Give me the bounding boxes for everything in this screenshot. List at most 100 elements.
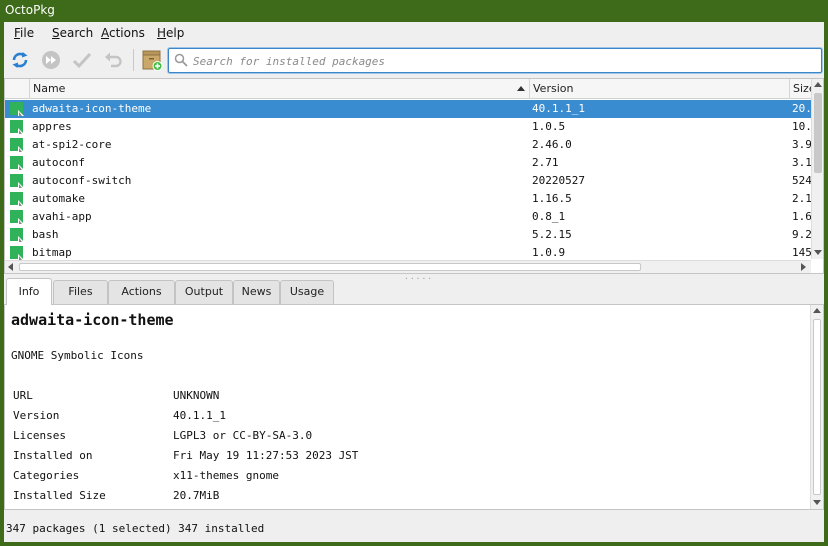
package-version: 5.2.15 bbox=[532, 228, 572, 241]
table-vertical-scrollbar[interactable] bbox=[811, 79, 823, 259]
package-size: 145 bbox=[792, 246, 812, 259]
package-version: 20220527 bbox=[532, 174, 585, 187]
table-header: Name Version Size bbox=[5, 79, 816, 99]
info-vertical-scroll-thumb[interactable] bbox=[813, 319, 821, 495]
package-installed-icon bbox=[10, 246, 24, 260]
package-version: 1.0.9 bbox=[532, 246, 566, 259]
detail-value: LGPL3 or CC-BY-SA-3.0 bbox=[173, 429, 313, 442]
package-version: 1.16.5 bbox=[532, 192, 572, 205]
table-row[interactable]: avahi-app 0.8_1 1.6 bbox=[5, 208, 812, 226]
detail-value: x11-themes gnome bbox=[173, 469, 279, 482]
undo-icon bbox=[105, 52, 122, 68]
package-installed-icon bbox=[10, 174, 24, 188]
menu-actions[interactable]: Actions bbox=[101, 26, 145, 40]
status-bar-text: 347 packages (1 selected) 347 installed bbox=[6, 522, 265, 535]
package-installed-icon bbox=[10, 210, 24, 224]
detail-label: URL bbox=[13, 389, 33, 402]
package-version: 40.1.1_1 bbox=[532, 102, 585, 115]
table-row[interactable]: at-spi2-core 2.46.0 3.9 bbox=[5, 136, 812, 154]
table-vertical-scroll-thumb[interactable] bbox=[814, 93, 822, 173]
table-row[interactable]: automake 1.16.5 2.1 bbox=[5, 190, 812, 208]
column-header-size[interactable]: Size bbox=[789, 79, 816, 99]
scroll-left-arrow-icon[interactable] bbox=[8, 263, 13, 271]
package-installed-icon bbox=[10, 192, 24, 206]
sync-icon bbox=[12, 52, 28, 68]
undo-button[interactable] bbox=[101, 48, 125, 72]
detail-label: Categories bbox=[13, 469, 80, 482]
window-title: OctoPkg bbox=[5, 3, 55, 17]
package-name: adwaita-icon-theme bbox=[32, 102, 152, 115]
info-panel: adwaita-icon-theme GNOME Symbolic Icons … bbox=[4, 304, 824, 510]
column-header-version[interactable]: Version bbox=[529, 79, 789, 99]
window-client: File Search Actions Help Search for inst… bbox=[4, 22, 824, 542]
package-size: 20. bbox=[792, 102, 812, 115]
column-header-name[interactable]: Name bbox=[29, 79, 529, 99]
menu-help[interactable]: Help bbox=[157, 26, 184, 40]
sync-button[interactable] bbox=[8, 48, 32, 72]
sort-ascending-icon bbox=[517, 86, 525, 91]
package-name: at-spi2-core bbox=[32, 138, 112, 151]
package-name: automake bbox=[32, 192, 85, 205]
install-local-button[interactable] bbox=[140, 48, 164, 72]
package-name: bitmap bbox=[32, 246, 72, 259]
package-size: 10. bbox=[792, 120, 812, 133]
check-icon bbox=[72, 52, 92, 69]
scroll-up-arrow-icon[interactable] bbox=[814, 82, 822, 87]
tab-info[interactable]: Info bbox=[6, 278, 52, 305]
title-bar[interactable]: OctoPkg bbox=[0, 0, 828, 22]
package-size: 524 bbox=[792, 174, 812, 187]
table-horizontal-scroll-thumb[interactable] bbox=[19, 263, 641, 271]
table-row[interactable]: bash 5.2.15 9.2 bbox=[5, 226, 812, 244]
package-version: 1.0.5 bbox=[532, 120, 566, 133]
package-version: 2.46.0 bbox=[532, 138, 572, 151]
tab-news[interactable]: News bbox=[233, 280, 280, 304]
scroll-down-arrow-icon[interactable] bbox=[814, 250, 822, 255]
detail-label: Installed Size bbox=[13, 489, 106, 502]
detail-value: UNKNOWN bbox=[173, 389, 220, 402]
table-row[interactable]: autoconf-switch 20220527 524 bbox=[5, 172, 812, 190]
details-tabs: Info Files Actions Output News Usage bbox=[4, 278, 824, 305]
package-size: 9.2 bbox=[792, 228, 812, 241]
package-size: 3.1 bbox=[792, 156, 812, 169]
detail-value: Fri May 19 11:27:53 2023 JST bbox=[173, 449, 359, 462]
package-table: Name Version Size adwaita-icon-theme 40.1… bbox=[4, 78, 824, 274]
detail-value: 40.1.1_1 bbox=[173, 409, 226, 422]
scroll-up-arrow-icon[interactable] bbox=[813, 308, 821, 313]
package-installed-icon bbox=[10, 228, 24, 242]
table-row[interactable]: adwaita-icon-theme 40.1.1_1 20. bbox=[5, 100, 812, 118]
search-box bbox=[168, 48, 822, 73]
check-button[interactable] bbox=[70, 48, 94, 72]
menu-bar: File Search Actions Help bbox=[4, 22, 824, 44]
tab-files[interactable]: Files bbox=[53, 280, 108, 304]
detail-label: Installed on bbox=[13, 449, 93, 462]
table-row[interactable]: appres 1.0.5 10. bbox=[5, 118, 812, 136]
tab-output[interactable]: Output bbox=[175, 280, 233, 304]
menu-search[interactable]: Search bbox=[52, 26, 93, 40]
tab-actions[interactable]: Actions bbox=[108, 280, 175, 304]
scroll-down-arrow-icon[interactable] bbox=[813, 500, 821, 505]
toolbar-separator bbox=[133, 49, 134, 71]
package-version: 2.71 bbox=[532, 156, 559, 169]
package-installed-icon bbox=[10, 102, 24, 116]
search-input[interactable] bbox=[193, 52, 813, 70]
package-name: bash bbox=[32, 228, 59, 241]
package-add-icon bbox=[142, 50, 163, 71]
scroll-right-arrow-icon[interactable] bbox=[801, 263, 806, 271]
package-installed-icon bbox=[10, 138, 24, 152]
commit-button[interactable] bbox=[39, 48, 63, 72]
package-title: adwaita-icon-theme bbox=[11, 311, 174, 329]
package-installed-icon bbox=[10, 156, 24, 170]
info-vertical-scrollbar[interactable] bbox=[810, 305, 823, 509]
column-header-icon[interactable] bbox=[5, 79, 29, 99]
menu-file[interactable]: File bbox=[14, 26, 34, 40]
package-version: 0.8_1 bbox=[532, 210, 566, 223]
package-size: 1.6 bbox=[792, 210, 812, 223]
package-name: appres bbox=[32, 120, 72, 133]
package-name: autoconf bbox=[32, 156, 85, 169]
detail-value: 20.7MiB bbox=[173, 489, 220, 502]
package-description: GNOME Symbolic Icons bbox=[11, 349, 144, 362]
tab-usage[interactable]: Usage bbox=[280, 280, 334, 304]
package-name: autoconf-switch bbox=[32, 174, 132, 187]
toolbar bbox=[4, 46, 824, 74]
table-row[interactable]: autoconf 2.71 3.1 bbox=[5, 154, 812, 172]
